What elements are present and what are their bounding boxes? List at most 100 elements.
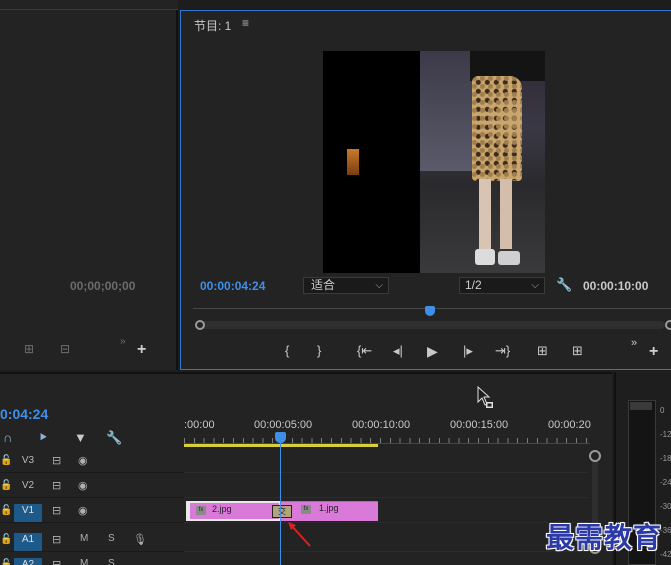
toggle-sync-icon[interactable]: ⊟: [52, 454, 61, 467]
fx-badge: fx: [301, 505, 311, 514]
scroll-left-handle[interactable]: [195, 320, 205, 330]
track-name[interactable]: V2: [14, 479, 42, 497]
meter-label: -18: [660, 454, 671, 463]
toggle-sync-icon[interactable]: ⊟: [52, 533, 61, 546]
mute-button[interactable]: M: [80, 533, 88, 544]
insert-icon[interactable]: ⊞: [24, 342, 34, 356]
source-timecode[interactable]: 00;00;00;00: [70, 279, 135, 293]
timeline-ruler[interactable]: [184, 436, 590, 444]
step-back-icon[interactable]: ◂|: [393, 343, 403, 359]
mark-out-icon[interactable]: }: [317, 343, 321, 358]
cross-dissolve-transition[interactable]: 交: [272, 505, 292, 518]
eye-icon[interactable]: ◉: [78, 504, 88, 517]
work-area-bar[interactable]: [184, 444, 378, 447]
meter-label: 0: [660, 406, 665, 415]
timeline-playhead[interactable]: [275, 432, 286, 443]
go-to-out-icon[interactable]: ⇥}: [495, 343, 510, 359]
clip-name: 2.jpg: [212, 504, 232, 514]
shoe-shape: [498, 251, 520, 265]
timeline-timecode[interactable]: 0:04:24: [0, 406, 48, 422]
lock-icon[interactable]: 🔓: [0, 505, 12, 516]
lock-icon[interactable]: 🔓: [0, 480, 12, 491]
chevron-right-icon[interactable]: »: [120, 336, 126, 347]
track-lane-a2[interactable]: [184, 553, 588, 565]
program-duration: 00:00:10:00: [583, 279, 649, 293]
go-to-in-icon[interactable]: {⇤: [357, 343, 372, 359]
add-button-icon[interactable]: +: [649, 343, 658, 361]
overwrite-icon[interactable]: ⊟: [60, 342, 70, 356]
toggle-sync-icon[interactable]: ⊟: [52, 479, 61, 492]
settings-wrench-icon[interactable]: 🔧: [556, 277, 572, 293]
eye-icon[interactable]: ◉: [78, 479, 88, 492]
program-monitor-panel: 节目: 1 ≡ 00:00:04:24 适合 ⌵ 1/2 ⌵ 🔧 00:00:1…: [180, 10, 671, 370]
program-monitor-title[interactable]: 节目: 1: [194, 17, 231, 34]
program-playhead[interactable]: [425, 306, 435, 316]
play-icon[interactable]: ▶: [427, 343, 438, 360]
scroll-right-handle[interactable]: [665, 320, 671, 330]
microphone-icon[interactable]: 🎙: [133, 533, 147, 546]
track-name[interactable]: V1: [14, 504, 42, 522]
timeline-settings-wrench-icon[interactable]: 🔧: [106, 430, 122, 446]
panel-menu-icon[interactable]: ≡: [242, 16, 249, 30]
chevron-down-icon: ⌵: [531, 280, 539, 291]
eye-icon[interactable]: ◉: [78, 454, 88, 467]
red-arrow-annotation: [288, 522, 311, 547]
lock-icon[interactable]: 🔓: [0, 534, 12, 545]
resolution-value: 1/2: [465, 278, 482, 292]
add-marker-icon[interactable]: ▼: [74, 430, 87, 445]
ruler-label: :00:00: [184, 419, 215, 431]
track-lane-v3[interactable]: [184, 449, 588, 473]
toggle-sync-icon[interactable]: ⊟: [52, 504, 61, 517]
lock-icon[interactable]: 🔓: [0, 455, 12, 466]
premiere-window: 00;00;00;00 ⊞ ⊟ » + 节目: 1 ≡ 00:00:04:24 …: [0, 0, 671, 565]
chevron-right-icon[interactable]: »: [631, 337, 637, 349]
peak-indicator[interactable]: [630, 402, 652, 410]
source-panel-tabbar: [0, 0, 178, 10]
video-preview: [323, 51, 545, 273]
clip-2-jpg[interactable]: fx 2.jpg: [186, 501, 281, 521]
playback-resolution-select[interactable]: 1/2 ⌵: [459, 277, 545, 294]
add-button-icon[interactable]: +: [137, 341, 146, 359]
timeline-playhead-line: [280, 443, 281, 565]
lock-icon[interactable]: 🔓: [0, 559, 12, 565]
mark-in-icon[interactable]: {: [285, 343, 289, 358]
meter-label: -24: [660, 478, 671, 487]
chevron-down-icon: ⌵: [375, 280, 383, 291]
building-shape: [420, 51, 475, 171]
ruler-label: 00:00:20: [548, 419, 591, 431]
snap-magnet-icon[interactable]: ∩: [3, 430, 12, 445]
shorts-shape: [472, 76, 522, 181]
track-name[interactable]: V3: [14, 454, 42, 472]
step-forward-icon[interactable]: |▸: [463, 343, 473, 359]
lift-icon[interactable]: ⊞: [537, 343, 548, 359]
program-current-timecode[interactable]: 00:00:04:24: [200, 279, 265, 293]
ruler-label: 00:00:10:00: [352, 419, 411, 431]
shoe-shape: [475, 249, 495, 265]
clip-1-jpg[interactable]: fx 1.jpg: [281, 501, 378, 521]
clip-name: 1.jpg: [319, 503, 339, 513]
leg-shape: [479, 179, 491, 249]
track-header-a2: 🔓 A2 ⊟ M S: [0, 553, 184, 565]
track-name[interactable]: A2: [14, 558, 42, 565]
zoom-level-value: 适合: [311, 278, 336, 292]
source-monitor-panel: [0, 0, 178, 370]
track-header-v1: 🔓 V1 ⊟ ◉: [0, 499, 184, 523]
toggle-sync-icon[interactable]: ⊟: [52, 558, 61, 565]
leg-shape: [500, 179, 512, 249]
track-lane-a1[interactable]: [184, 528, 588, 552]
track-name[interactable]: A1: [14, 533, 42, 551]
track-header-v2: 🔓 V2 ⊟ ◉: [0, 474, 184, 498]
solo-button[interactable]: S: [108, 533, 115, 544]
meter-label: -30: [660, 502, 671, 511]
extract-icon[interactable]: ⊞: [572, 343, 583, 359]
track-header-v3: 🔓 V3 ⊟ ◉: [0, 449, 184, 473]
fx-badge: fx: [196, 506, 206, 515]
video-frame-image: [420, 51, 545, 273]
vertical-scroll-top-handle[interactable]: [589, 450, 601, 462]
solo-button[interactable]: S: [108, 558, 115, 565]
zoom-scrollbar[interactable]: [195, 321, 665, 329]
track-lane-v2[interactable]: [184, 474, 588, 498]
linked-selection-icon[interactable]: ⯈: [38, 430, 48, 446]
zoom-level-select[interactable]: 适合 ⌵: [303, 277, 389, 294]
mute-button[interactable]: M: [80, 558, 88, 565]
